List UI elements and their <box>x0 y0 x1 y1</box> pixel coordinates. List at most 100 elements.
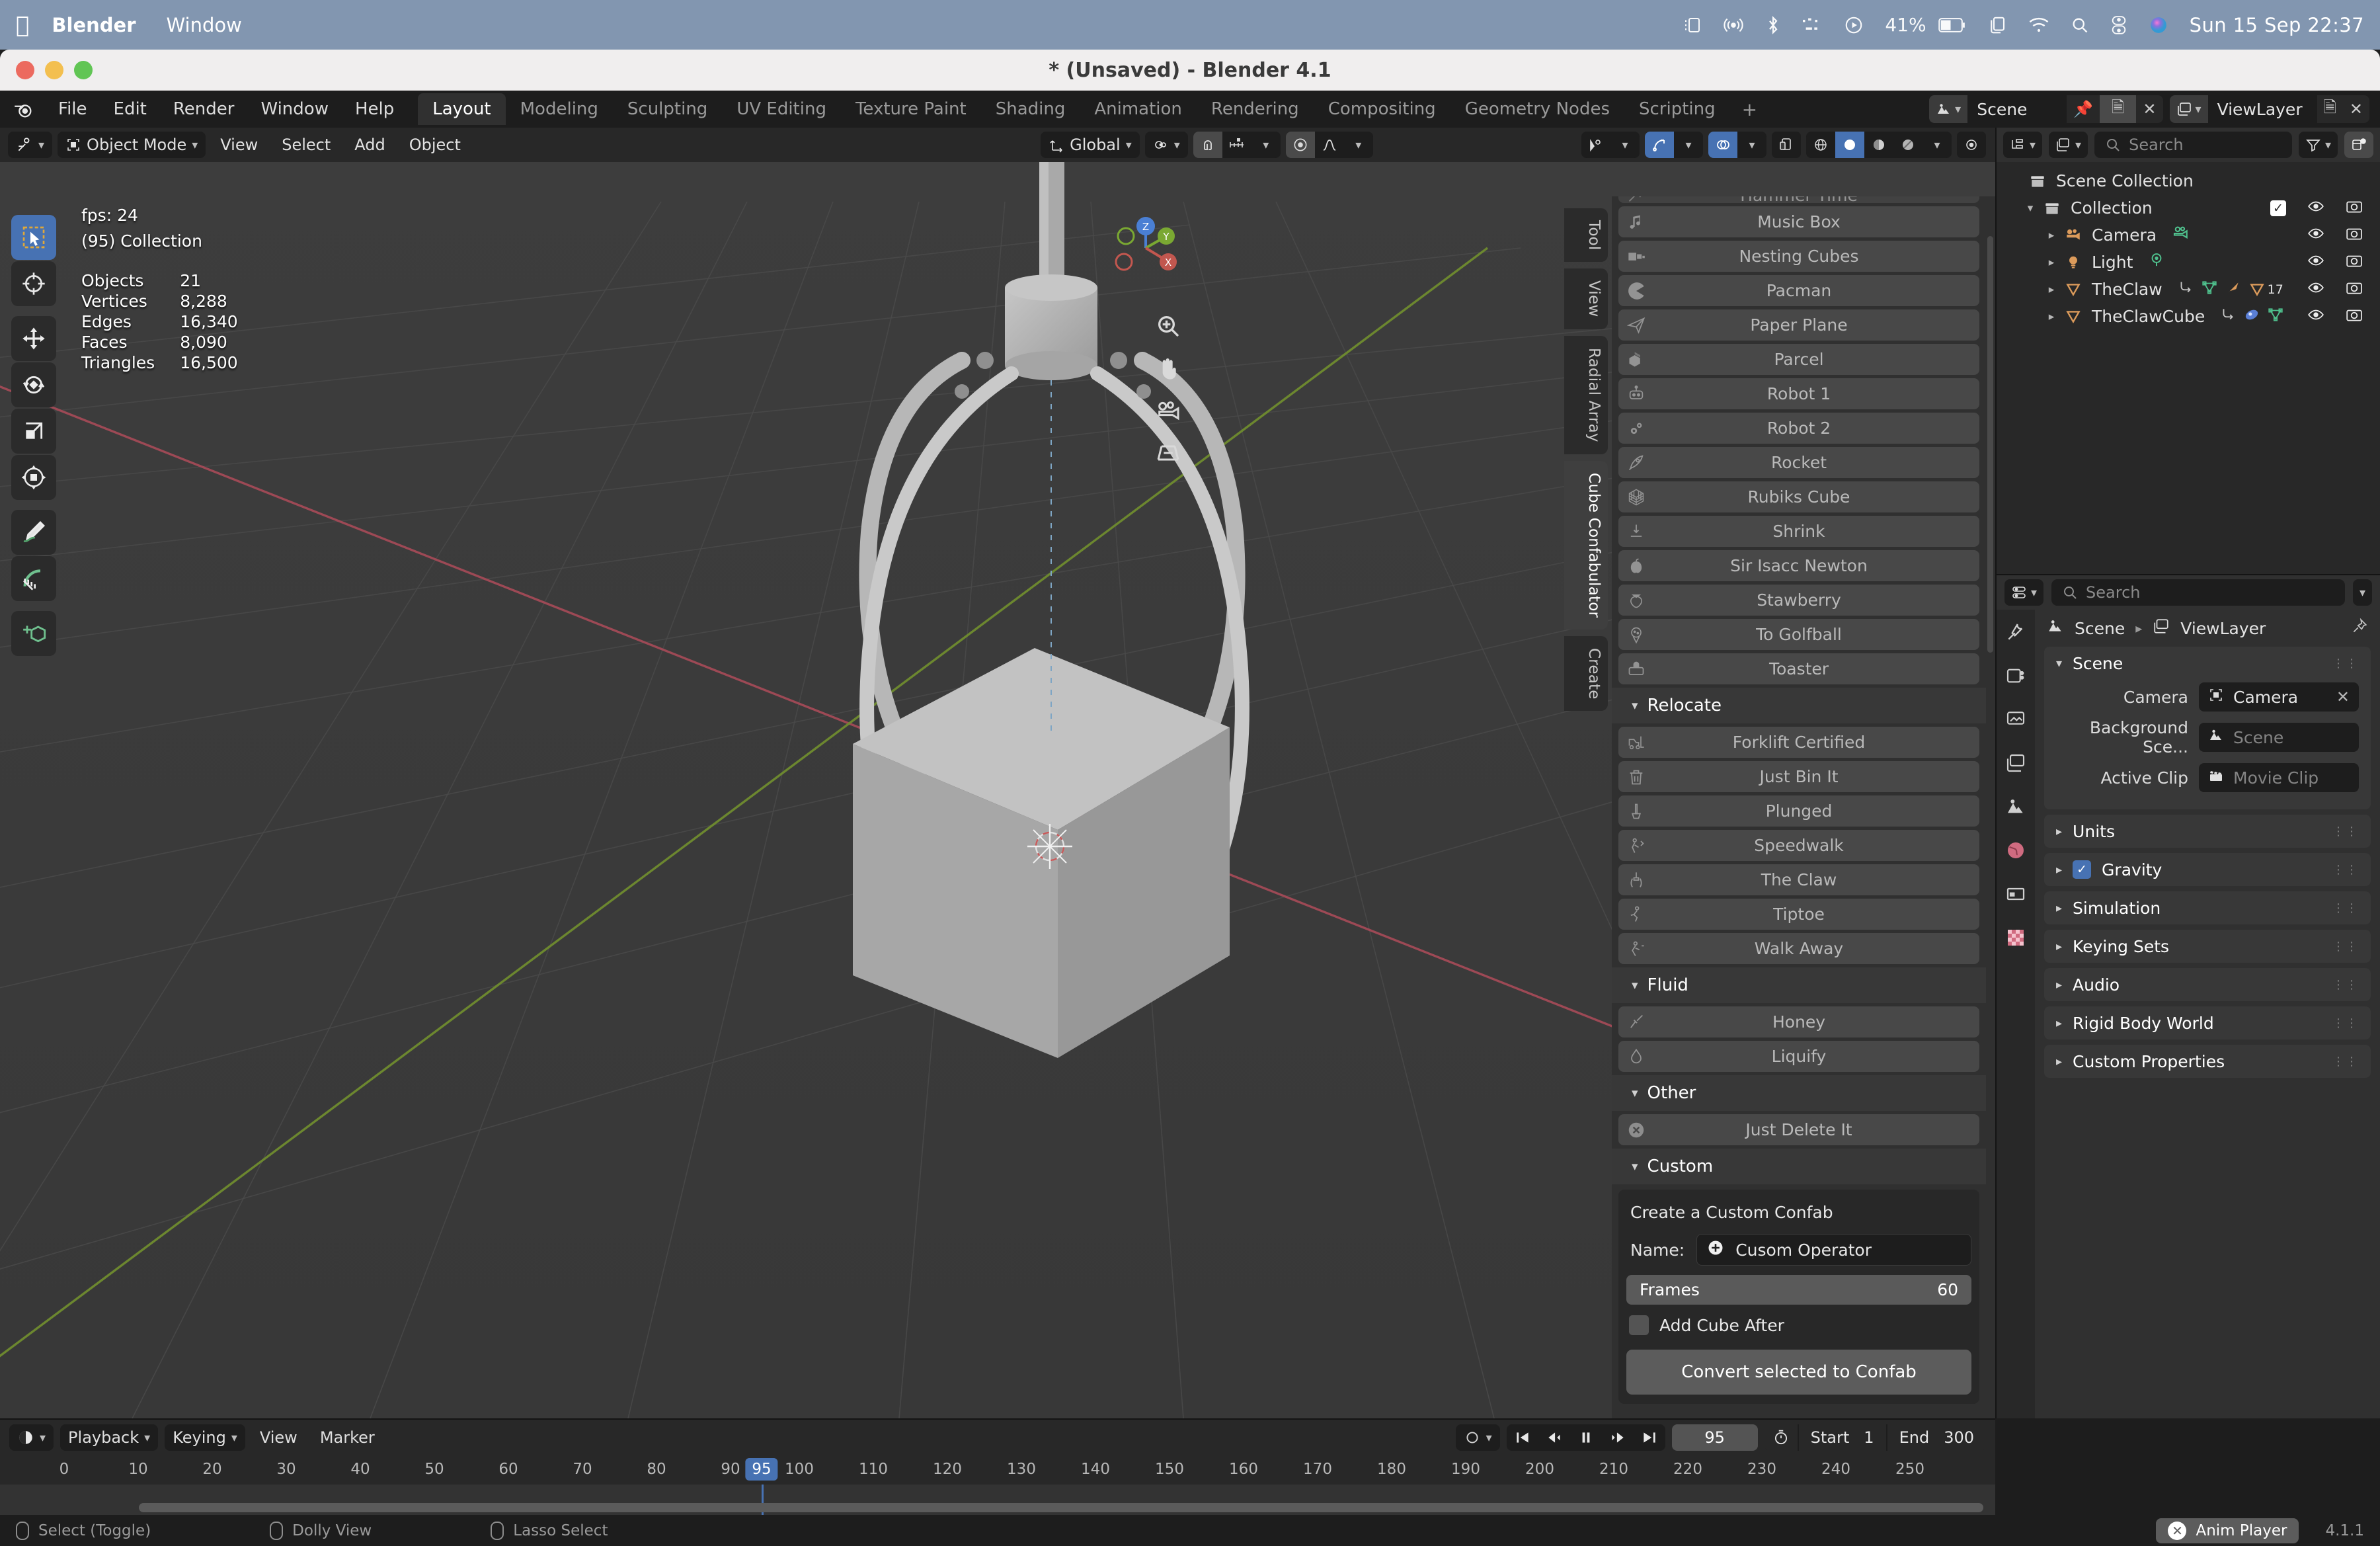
tab-compositing[interactable]: Compositing <box>1314 93 1450 125</box>
tool-measure[interactable] <box>11 556 56 601</box>
overlay-controls[interactable]: ▾ <box>1708 132 1766 158</box>
disable-in-render-camera-icon[interactable] <box>2346 279 2363 300</box>
tool-annotate[interactable] <box>11 510 56 555</box>
operator-row-to-golfball[interactable]: To Golfball <box>1618 619 1979 650</box>
viewport-canvas[interactable]: fps: 24 (95) Collection Objects 21 Vertic… <box>0 162 1995 1418</box>
child-objects-count[interactable]: 17 <box>2248 281 2283 298</box>
editor-type-selector[interactable]: ▾ <box>8 132 53 158</box>
convert-selected-to-confab-button[interactable]: Convert selected to Confab <box>1626 1350 1971 1395</box>
custom-properties-panel[interactable]: ▸ Custom Properties ⋮⋮ <box>2044 1045 2371 1078</box>
tool-scale[interactable] <box>11 409 56 454</box>
scene-name-field[interactable]: Scene <box>1967 95 2067 123</box>
camera-property-field[interactable]: Camera ✕ <box>2199 682 2359 712</box>
hide-in-viewport-eye-icon[interactable] <box>2307 306 2324 327</box>
chevron-right-icon[interactable]: ▸ <box>2042 229 2061 242</box>
tab-sculpting[interactable]: Sculpting <box>613 93 722 125</box>
disable-in-render-camera-icon[interactable] <box>2346 225 2363 246</box>
tab-animation[interactable]: Animation <box>1080 93 1197 125</box>
control-center-icon[interactable] <box>2110 15 2127 34</box>
timeline-menu-keying[interactable]: Keying ▾ <box>165 1424 245 1451</box>
outliner-row-scene-collection[interactable]: Scene Collection <box>1997 167 2380 194</box>
jump-to-start-button[interactable] <box>1507 1424 1538 1451</box>
light-data-icon[interactable] <box>2147 251 2166 274</box>
tool-rotate[interactable] <box>11 362 56 407</box>
disable-in-render-camera-icon[interactable] <box>2346 306 2363 327</box>
play-circle-icon[interactable] <box>1844 15 1864 35</box>
animation-icon[interactable] <box>2177 279 2194 300</box>
hide-in-viewport-eye-icon[interactable] <box>2307 252 2324 273</box>
operator-row-toaster[interactable]: Toaster <box>1618 653 1979 684</box>
operator-row-parcel[interactable]: Parcel <box>1618 344 1979 375</box>
tab-rendering[interactable]: Rendering <box>1197 93 1314 125</box>
gravity-panel[interactable]: ▸ ✓ Gravity ⋮⋮ <box>2044 853 2371 886</box>
operator-row-just-delete-it[interactable]: Just Delete It <box>1618 1114 1979 1145</box>
tab-render-icon[interactable] <box>2003 663 2029 689</box>
camera-data-icon[interactable] <box>2171 224 2191 247</box>
pin-icon[interactable]: 📌 <box>2067 100 2100 118</box>
keying-sets-panel-header[interactable]: ▸ Keying Sets ⋮⋮ <box>2044 930 2371 963</box>
pan-hand-icon[interactable] <box>1153 353 1183 384</box>
new-scene-icon[interactable]: 🗎 <box>2100 95 2137 123</box>
snap-magnet-icon[interactable] <box>1193 132 1222 158</box>
shading-mode-controls[interactable]: ▾ <box>1805 132 1952 158</box>
simulation-panel[interactable]: ▸ Simulation ⋮⋮ <box>2044 891 2371 924</box>
pivot-point-selector[interactable]: ▾ <box>1144 132 1188 158</box>
outliner-filter-icon[interactable]: ▾ <box>2298 132 2338 158</box>
proportional-editing-icon[interactable] <box>1285 132 1315 158</box>
operator-row-paper-plane[interactable]: Paper Plane <box>1618 309 1979 341</box>
auto-keying-toggle[interactable]: ▾ <box>1455 1424 1500 1451</box>
background-scene-field[interactable]: Scene <box>2199 723 2359 752</box>
operator-row-rocket[interactable]: Rocket <box>1618 447 1979 478</box>
zoom-icon[interactable] <box>1153 311 1183 341</box>
tab-shading[interactable]: Shading <box>981 93 1080 125</box>
operator-row-music-box[interactable]: Music Box <box>1618 206 1979 237</box>
rigid-body-world-panel-header[interactable]: ▸ Rigid Body World ⋮⋮ <box>2044 1006 2371 1039</box>
viewlayer-name-field[interactable]: ViewLayer <box>2207 95 2317 123</box>
outliner-new-collection-icon[interactable] <box>2344 132 2373 158</box>
sidebar-tab-tool[interactable]: Tool <box>1564 208 1608 263</box>
section-header-relocate[interactable]: ▾ Relocate <box>1612 688 1986 723</box>
section-header-custom[interactable]: ▾ Custom <box>1612 1149 1986 1184</box>
ortho-perspective-icon[interactable] <box>1153 438 1183 468</box>
viewport-menu-select[interactable]: Select <box>272 136 340 154</box>
viewlayer-icon[interactable]: ▾ <box>2169 95 2208 123</box>
outliner-row-camera[interactable]: ▸ Camera <box>1997 222 2380 249</box>
hide-in-viewport-eye-icon[interactable] <box>2307 198 2324 219</box>
hide-in-viewport-eye-icon[interactable] <box>2307 225 2324 246</box>
outliner-editor-type-icon[interactable]: ▾ <box>2003 132 2043 158</box>
units-panel-header[interactable]: ▸ Units ⋮⋮ <box>2044 815 2371 848</box>
tool-cursor[interactable] <box>11 261 56 306</box>
timeline-editor-type-icon[interactable]: ▾ <box>9 1424 54 1451</box>
animation-icon[interactable] <box>2219 306 2237 327</box>
custom-properties-panel-header[interactable]: ▸ Custom Properties ⋮⋮ <box>2044 1045 2371 1078</box>
tab-tool-icon[interactable] <box>2003 619 2029 645</box>
timeline-menu-marker[interactable]: Marker <box>312 1428 383 1447</box>
tab-layout[interactable]: Layout <box>418 93 506 125</box>
rendered-shading-icon[interactable] <box>1893 132 1923 158</box>
bluetooth-icon[interactable] <box>1765 15 1782 35</box>
chevron-right-icon[interactable]: ▸ <box>2042 256 2061 269</box>
object-visibility-icon[interactable] <box>1581 132 1610 158</box>
mesh-data-icon[interactable] <box>2267 306 2284 327</box>
3d-viewport[interactable]: ▾ Object Mode ▾ View Select Add Object G… <box>0 128 1995 1418</box>
jump-to-end-button[interactable] <box>1634 1424 1665 1451</box>
scene-selector[interactable]: ▾ Scene 📌 🗎 ✕ <box>1929 95 2163 123</box>
operator-row-forklift-certified[interactable]: Forklift Certified <box>1618 727 1979 758</box>
overlay-chevron-icon[interactable]: ▾ <box>1737 132 1766 158</box>
tab-world-icon[interactable] <box>2003 837 2029 864</box>
show-overlays-icon[interactable] <box>1708 132 1737 158</box>
blender-logo-icon[interactable] <box>12 98 34 120</box>
sidebar-scroll-area[interactable]: Hammer Time Music Box Nesting Cubes <box>1612 196 1986 1418</box>
keying-sets-panel[interactable]: ▸ Keying Sets ⋮⋮ <box>2044 930 2371 963</box>
audio-panel[interactable]: ▸ Audio ⋮⋮ <box>2044 968 2371 1001</box>
macos-menu-window[interactable]: Window <box>167 14 242 36</box>
screen-mirror-icon[interactable] <box>1683 15 1702 35</box>
visibility-chevron-icon[interactable]: ▾ <box>1610 132 1640 158</box>
tab-modeling[interactable]: Modeling <box>506 93 613 125</box>
falloff-curve-icon[interactable] <box>1314 132 1344 158</box>
dots-icon[interactable] <box>1803 17 1823 34</box>
disable-in-render-camera-icon[interactable] <box>2346 198 2363 219</box>
menu-help[interactable]: Help <box>342 95 407 123</box>
tab-output-icon[interactable] <box>2003 706 2029 733</box>
menu-file[interactable]: File <box>45 95 100 123</box>
